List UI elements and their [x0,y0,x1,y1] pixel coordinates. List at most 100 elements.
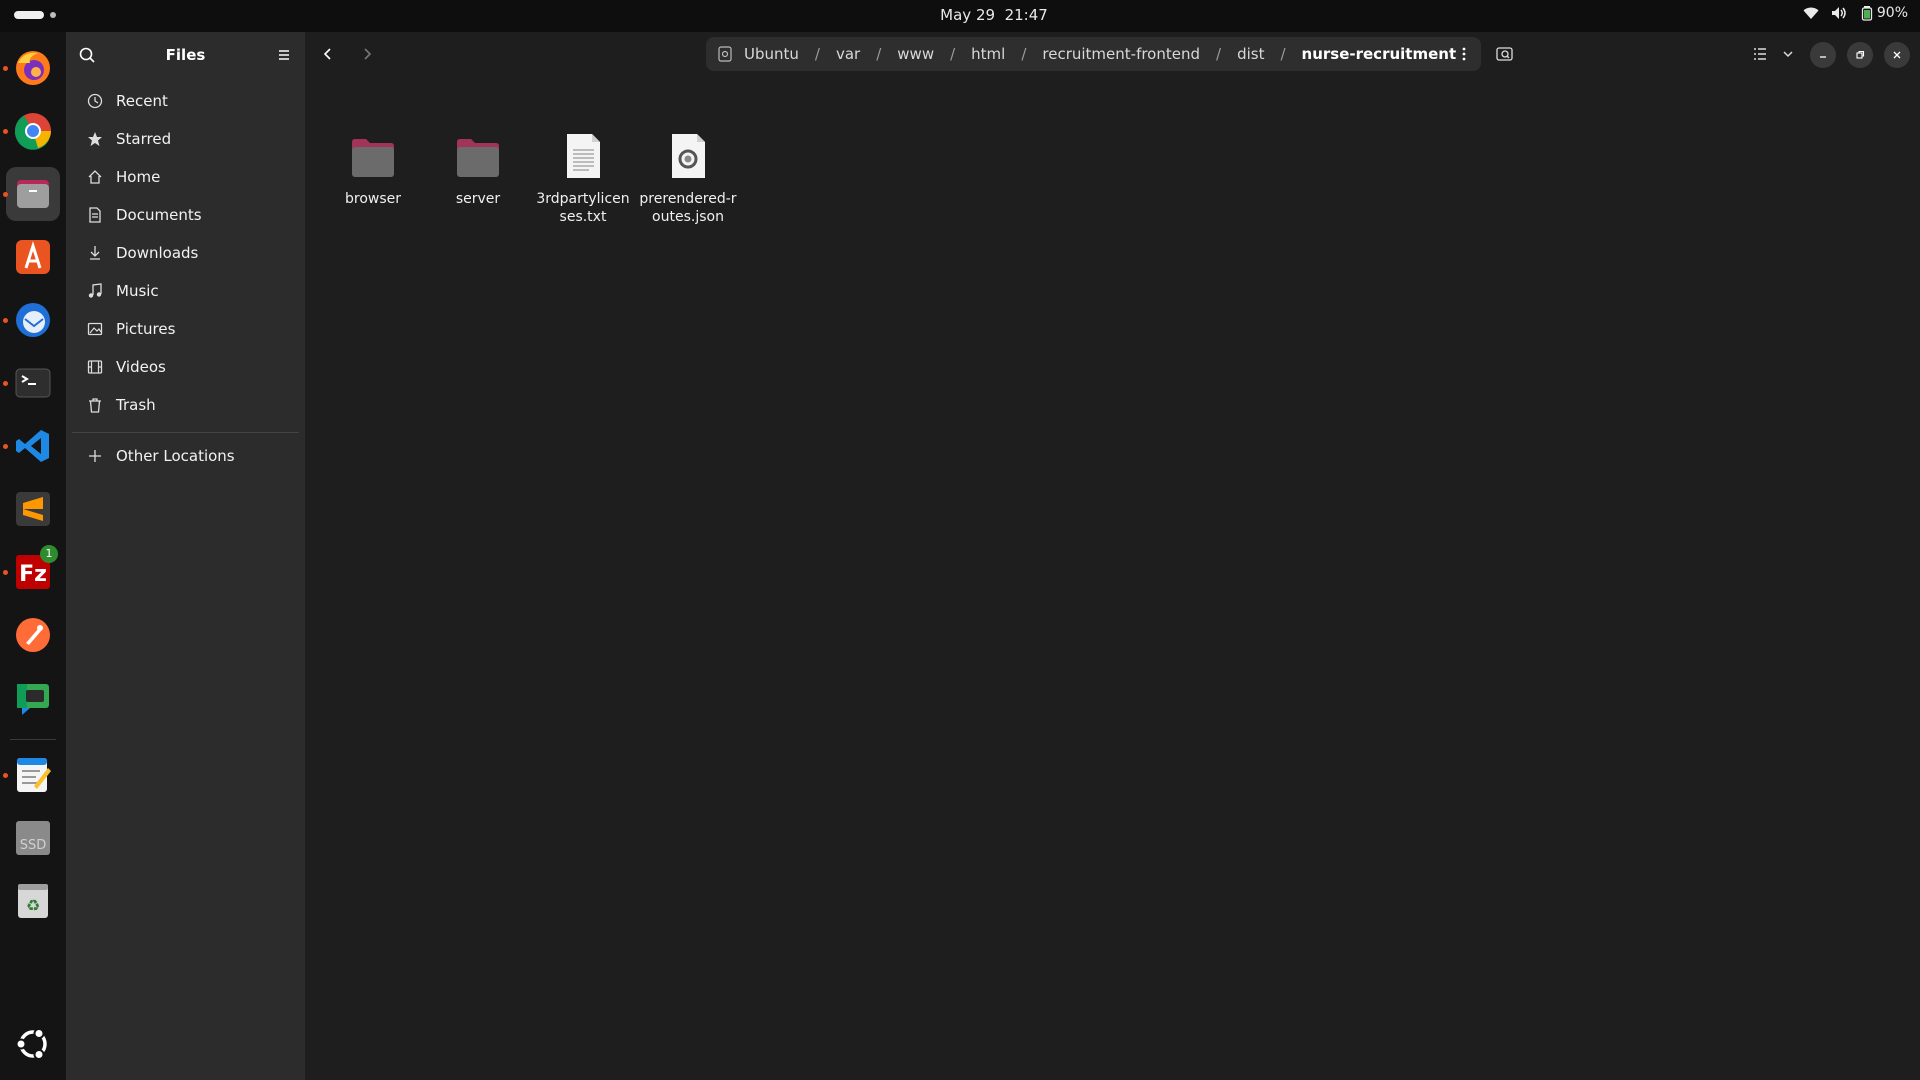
sidebar-item-home[interactable]: Home [76,160,296,194]
view-options-button[interactable] [1775,41,1801,67]
sidebar-item-label: Videos [116,358,166,376]
sidebar-item-recent[interactable]: Recent [76,84,296,118]
path-menu-button[interactable] [1451,41,1477,67]
drive-icon [718,46,732,62]
dock-terminal[interactable] [3,356,60,410]
dock-filezilla[interactable]: Fz 1 [3,545,60,599]
ssd-label: SSD [20,838,47,853]
text-editor-icon [17,758,51,792]
dock-chrome[interactable] [3,104,60,158]
sidebar-item-videos[interactable]: Videos [76,350,296,384]
sidebar-item-other-locations[interactable]: Other Locations [76,439,296,473]
battery-indicator: 90% [1859,5,1908,21]
system-tray[interactable]: 90% [1803,5,1908,21]
sidebar-item-music[interactable]: Music [76,274,296,308]
path-segment[interactable]: dist [1229,45,1272,63]
sidebar-item-documents[interactable]: Documents [76,198,296,232]
folder-icon [457,139,499,177]
workspace-indicator-active [14,11,44,19]
restore-icon [1856,50,1865,59]
path-separator: / [1021,45,1027,63]
minimize-icon [1820,56,1826,58]
picture-icon [86,320,104,338]
clock-icon [86,92,104,110]
dock-ssd-drive[interactable]: SSD [6,811,60,865]
close-icon [1893,51,1901,59]
dock: Fz 1 SSD ♻ [0,32,66,1080]
activities-button[interactable] [14,11,56,19]
main-menu-button[interactable] [273,44,295,66]
kebab-menu-icon [1462,47,1466,61]
clock[interactable]: May 29 21:47 [940,6,1048,24]
path-segment[interactable]: html [963,45,1013,63]
dock-separator [10,739,56,740]
back-button[interactable] [315,41,341,67]
path-segment[interactable]: var [828,45,868,63]
sidebar-item-label: Recent [116,92,168,110]
running-indicator [3,129,8,134]
folder-search-icon [1496,47,1513,61]
running-indicator [3,444,8,449]
dock-sublime[interactable] [6,482,60,536]
path-segment[interactable]: Ubuntu [736,45,807,63]
file-item-folder[interactable]: server [428,132,528,208]
forward-button[interactable] [354,41,380,67]
close-button[interactable] [1884,42,1910,68]
sidebar-item-trash[interactable]: Trash [76,388,296,422]
dock-app-center[interactable] [6,230,60,284]
clock-time: 21:47 [1004,6,1048,24]
maximize-button[interactable] [1847,42,1873,68]
thunderbird-icon [16,303,50,337]
sidebar-divider [72,432,299,433]
music-icon [86,282,104,300]
path-bar[interactable]: Ubuntu / var / www / html / recruitment-… [706,37,1481,71]
google-chat-icon [17,684,49,715]
chevron-left-icon [323,48,331,60]
plus-icon [86,447,104,465]
dock-thunderbird[interactable] [3,293,60,347]
dock-text-editor[interactable] [3,748,60,802]
sublime-text-icon [16,492,50,526]
postman-icon [16,618,50,652]
path-segment[interactable]: www [889,45,942,63]
dock-files[interactable] [3,167,60,221]
sidebar-item-label: Pictures [116,320,176,338]
document-icon [86,206,104,224]
path-separator: / [814,45,820,63]
sidebar-item-label: Starred [116,130,172,148]
minimize-button[interactable] [1810,42,1836,68]
running-indicator [3,381,8,386]
sidebar-item-pictures[interactable]: Pictures [76,312,296,346]
sidebar-item-starred[interactable]: Starred [76,122,296,156]
file-item-folder[interactable]: browser [323,132,423,208]
dock-show-apps[interactable] [6,1017,60,1071]
path-segment[interactable]: recruitment-frontend [1034,45,1208,63]
chevron-right-icon [364,48,372,60]
wifi-icon [1803,7,1819,19]
sidebar-item-downloads[interactable]: Downloads [76,236,296,270]
dock-google-chat[interactable] [6,671,60,725]
sidebar: Files Recent Starred Home Documents Down… [66,32,305,1080]
dock-firefox[interactable] [3,41,60,95]
star-icon [86,130,104,148]
running-indicator [3,570,8,575]
ssd-drive-icon: SSD [16,821,50,855]
file-view: Ubuntu / var / www / html / recruitment-… [305,32,1920,1080]
view-toggle-button[interactable] [1747,41,1773,67]
json-file-icon [672,134,705,178]
file-item-text[interactable]: 3rdpartylicenses.txt [533,132,633,226]
dock-vscode[interactable] [3,419,60,473]
running-indicator [3,66,8,71]
hamburger-icon [279,50,289,60]
search-in-folder-button[interactable] [1492,41,1518,67]
workspace-indicator [50,12,56,18]
dock-trash[interactable]: ♻ [6,874,60,928]
path-segment-current[interactable]: nurse-recruitment [1294,45,1465,63]
file-item-json[interactable]: prerendered-routes.json [638,132,738,226]
sidebar-title: Files [165,46,206,64]
running-indicator [3,318,8,323]
sidebar-header: Files [66,32,305,78]
dock-postman[interactable] [6,608,60,662]
list-view-icon [1754,48,1766,60]
sidebar-item-label: Home [116,168,161,186]
